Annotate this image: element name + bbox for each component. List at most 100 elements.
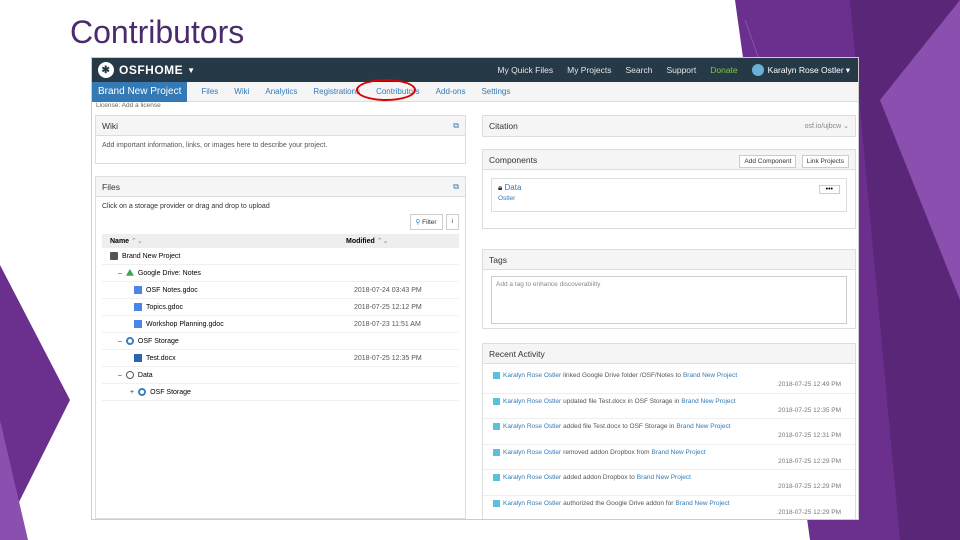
file-name[interactable]: Brand New Project (122, 253, 180, 260)
activity-timestamp: 2018-07-25 12:35 PM (778, 406, 841, 414)
contributor-avatar-icon (493, 448, 500, 456)
file-tree-row[interactable]: – Data (102, 367, 459, 384)
project-title-link[interactable]: Brand New Project (92, 81, 188, 102)
activity-item: Karalyn Rose Ostler added file Test.docx … (483, 419, 855, 445)
wiki-panel-header: Wiki ⧉ (96, 116, 465, 136)
activity-target-link[interactable]: Brand New Project (652, 449, 706, 456)
tags-panel: Tags Add a tag to enhance discoverabilit… (482, 249, 856, 329)
file-tree-row[interactable]: + OSF Storage (102, 384, 459, 401)
lock-icon: 🔒︎ (498, 183, 503, 192)
more-options-button[interactable]: ••• (818, 185, 840, 194)
file-tree-name-cell: – Google Drive: Notes (102, 269, 354, 277)
file-tree-row[interactable]: Workshop Planning.gdoc 2018-07-23 11:51 A… (102, 316, 459, 333)
modified-column-header[interactable]: Modified ⌃⌄ (346, 237, 451, 245)
activity-target-link[interactable]: Brand New Project (683, 372, 737, 379)
user-name: Karalyn Rose Ostler (767, 65, 844, 75)
file-name[interactable]: OSF Storage (150, 389, 191, 396)
file-modified: 2018-07-23 11:51 AM (354, 320, 421, 328)
external-link-icon[interactable]: ⧉ (453, 121, 459, 131)
tab-registrations[interactable]: Registrations (313, 87, 360, 96)
nav-support[interactable]: Support (666, 65, 696, 75)
activity-user-link[interactable]: Karalyn Rose Ostler (503, 474, 561, 481)
expand-toggle-icon[interactable]: – (118, 338, 122, 345)
tag-input[interactable]: Add a tag to enhance discoverability (491, 276, 847, 324)
sort-icon[interactable]: ⌃⌄ (131, 238, 143, 245)
expand-toggle-icon[interactable]: + (130, 389, 134, 396)
info-button[interactable]: i (445, 214, 459, 230)
activity-timestamp: 2018-07-25 12:49 PM (778, 381, 841, 388)
file-name[interactable]: Test.docx (146, 355, 176, 362)
avatar (751, 64, 764, 76)
add-component-button[interactable]: Add Component (739, 154, 797, 168)
activity-line: Karalyn Rose Ostler updated file Test.doc… (493, 397, 736, 405)
activity-target-link[interactable]: Brand New Project (675, 500, 729, 507)
tab-wiki[interactable]: Wiki (234, 87, 249, 96)
file-tree-name-cell: – Data (102, 371, 354, 379)
activity-user-link[interactable]: Karalyn Rose Ostler (503, 500, 561, 507)
citation-header[interactable]: Citation osf.io/ujbcw ⌄ (483, 116, 855, 136)
files-title: Files (102, 181, 120, 192)
file-name[interactable]: OSF Notes.gdoc (146, 287, 198, 294)
file-name[interactable]: Topics.gdoc (146, 304, 183, 311)
file-tree-row[interactable]: Brand New Project (102, 248, 459, 265)
filter-button[interactable]: ⚲ Filter (409, 214, 443, 230)
link-projects-button[interactable]: Link Projects (801, 154, 849, 168)
file-tree-row[interactable]: Topics.gdoc 2018-07-25 12:12 PM (102, 299, 459, 316)
component-title[interactable]: Data (505, 183, 522, 192)
expand-toggle-icon[interactable]: – (118, 372, 122, 379)
license-link[interactable]: License: Add a license (92, 102, 858, 110)
search-icon: ⚲ (415, 219, 421, 226)
file-tree-row[interactable]: Test.docx 2018-07-25 12:35 PM (102, 350, 459, 367)
osf-storage-icon (125, 337, 134, 345)
activity-user-link[interactable]: Karalyn Rose Ostler (503, 423, 561, 430)
file-name[interactable]: OSF Storage (138, 338, 179, 345)
citation-title: Citation (489, 121, 518, 131)
contributor-avatar-icon (493, 372, 500, 379)
activity-target-link[interactable]: Brand New Project (676, 423, 730, 430)
activity-line: Karalyn Rose Ostler added file Test.docx … (493, 423, 731, 430)
activity-target-link[interactable]: Brand New Project (637, 474, 691, 481)
expand-toggle-icon[interactable]: – (118, 270, 122, 277)
nav-my-quick-files[interactable]: My Quick Files (497, 65, 553, 75)
external-link-icon[interactable]: ⧉ (453, 182, 459, 192)
file-modified: 2018-07-25 12:35 PM (354, 354, 422, 362)
components-title: Components (489, 154, 538, 165)
files-panel-header: Files ⧉ (96, 177, 465, 197)
activity-user-link[interactable]: Karalyn Rose Ostler (503, 372, 561, 379)
file-tree-row[interactable]: – OSF Storage (102, 333, 459, 350)
nav-donate[interactable]: Donate (710, 65, 737, 75)
activity-target-link[interactable]: Brand New Project (681, 398, 735, 405)
chevron-down-icon: ⌄ (843, 123, 849, 130)
activity-user-link[interactable]: Karalyn Rose Ostler (503, 398, 561, 405)
file-tree-row[interactable]: – Google Drive: Notes (102, 265, 459, 282)
activity-item: Karalyn Rose Ostler added addon Dropbox t… (483, 470, 855, 496)
component-item[interactable]: 🔒︎ Data Ostler ••• (491, 178, 847, 212)
name-column-header[interactable]: Name ⌃⌄ (110, 237, 346, 245)
activity-item: Karalyn Rose Ostler linked Google Drive f… (483, 368, 855, 394)
file-tree-name-cell: Brand New Project (102, 252, 354, 260)
file-tree-row[interactable]: OSF Notes.gdoc 2018-07-24 03:43 PM (102, 282, 459, 299)
nav-search[interactable]: Search (626, 65, 653, 75)
file-name[interactable]: Data (138, 372, 153, 379)
tab-settings[interactable]: Settings (481, 87, 510, 96)
tab-files[interactable]: Files (201, 87, 218, 96)
tab-analytics[interactable]: Analytics (265, 87, 297, 96)
activity-user-link[interactable]: Karalyn Rose Ostler (503, 449, 561, 456)
component-owner[interactable]: Ostler (498, 195, 840, 202)
citation-url: osf.io/ujbcw (804, 123, 842, 130)
user-menu[interactable]: Karalyn Rose Ostler ▾ (751, 64, 850, 76)
contributor-avatar-icon (493, 397, 500, 405)
activity-item: Karalyn Rose Ostler authorized the Google… (483, 496, 855, 520)
sort-icon[interactable]: ⌃⌄ (377, 238, 389, 245)
osf-screenshot: ✱ OSFHOME ▼ My Quick Files My Projects S… (91, 57, 859, 520)
activity-action: added file Test.docx to OSF Storage in (563, 423, 675, 430)
tab-add-ons[interactable]: Add-ons (436, 87, 466, 96)
activity-action: linked Google Drive folder /OSF/Notes to (563, 372, 681, 379)
osf-home-link[interactable]: ✱ OSFHOME ▼ (92, 62, 212, 78)
activity-timestamp: 2018-07-25 12:29 PM (778, 483, 841, 490)
activity-header: Recent Activity (483, 344, 855, 364)
file-name[interactable]: Workshop Planning.gdoc (146, 321, 224, 328)
file-name[interactable]: Google Drive: Notes (138, 270, 201, 277)
nav-my-projects[interactable]: My Projects (567, 65, 611, 75)
contributors-highlight-circle (356, 79, 416, 101)
